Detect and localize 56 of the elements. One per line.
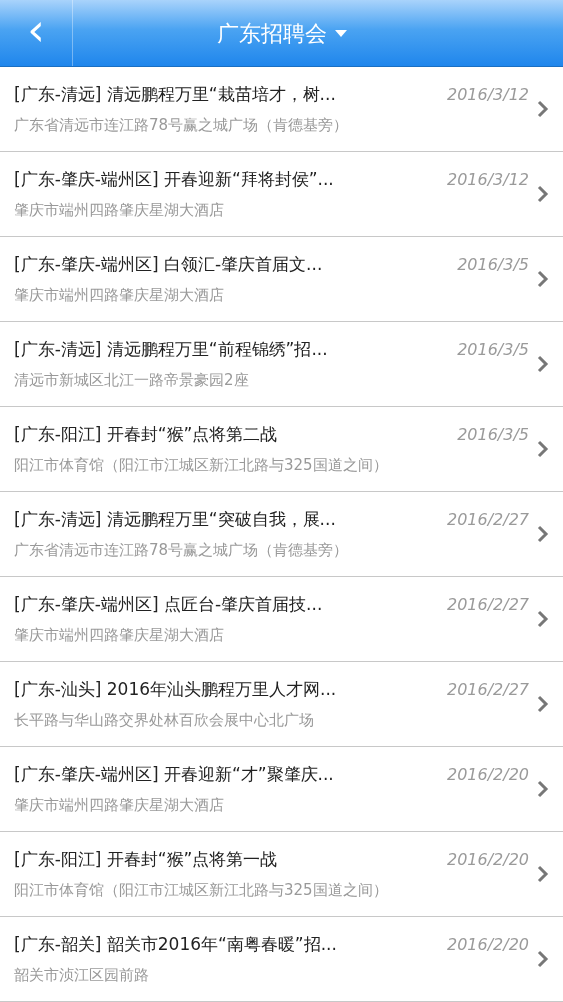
event-row[interactable]: [广东-阳江] 开春封“猴”点将第一战 2016/2/20 阳江市体育馆（阳江市江城区新江北路与325国道之间）	[0, 832, 563, 917]
event-title: [广东-清远] 清远鹏程万里“前程锦绣”招...	[14, 338, 328, 361]
event-address: 长平路与华山路交界处林百欣会展中心北广场	[14, 709, 314, 731]
event-address: 广东省清远市连江路78号赢之城广场（肯德基旁）	[14, 539, 349, 561]
chevron-right-icon	[537, 185, 549, 203]
chevron-right-icon	[537, 355, 549, 373]
event-address: 肇庆市端州四路肇庆星湖大酒店	[14, 624, 224, 646]
chevron-right-icon	[537, 270, 549, 288]
event-row[interactable]: [广东-肇庆-端州区] 开春迎新“拜将封侯”... 2016/3/12 肇庆市端州四路肇庆星湖大酒店	[0, 152, 563, 237]
event-date: 2016/3/5	[457, 338, 529, 361]
event-row[interactable]: [广东-清远] 清远鹏程万里“突破自我，展... 2016/2/27 广东省清远市连江路78号赢之城广场（肯德基旁）	[0, 492, 563, 577]
event-date: 2016/3/12	[446, 83, 529, 106]
event-address: 肇庆市端州四路肇庆星湖大酒店	[14, 199, 224, 221]
event-row[interactable]: [广东-肇庆-端州区] 点匠台-肇庆首届技... 2016/2/27 肇庆市端州四路肇庆星湖大酒店	[0, 577, 563, 662]
chevron-right-icon	[537, 865, 549, 883]
event-row[interactable]: [广东-韶关] 韶关市2016年“南粤春暖”招... 2016/2/20 韶关市浈江区园前路	[0, 917, 563, 1002]
event-row[interactable]: [广东-肇庆-端州区] 开春迎新“才”聚肇庆... 2016/2/20 肇庆市端州四路肇庆星湖大酒店	[0, 747, 563, 832]
event-address: 肇庆市端州四路肇庆星湖大酒店	[14, 284, 224, 306]
event-date: 2016/2/27	[446, 508, 529, 531]
dropdown-caret-icon[interactable]	[334, 29, 347, 37]
event-address: 广东省清远市连江路78号赢之城广场（肯德基旁）	[14, 114, 349, 136]
event-date: 2016/3/5	[457, 423, 529, 446]
chevron-right-icon	[537, 610, 549, 628]
event-row[interactable]: [广东-肇庆-端州区] 白领汇-肇庆首届文... 2016/3/5 肇庆市端州四路肇庆星湖大酒店	[0, 237, 563, 322]
event-title: [广东-肇庆-端州区] 开春迎新“拜将封侯”...	[14, 168, 334, 191]
event-date: 2016/2/20	[446, 848, 529, 871]
event-title: [广东-肇庆-端州区] 开春迎新“才”聚肇庆...	[14, 763, 334, 786]
event-title: [广东-阳江] 开春封“猴”点将第二战	[14, 423, 278, 446]
event-title: [广东-肇庆-端州区] 点匠台-肇庆首届技...	[14, 593, 323, 616]
chevron-right-icon	[537, 525, 549, 543]
event-row[interactable]: [广东-汕头] 2016年汕头鹏程万里人才网... 2016/2/27 长平路与华山路交界处林百欣会展中心北广场	[0, 662, 563, 747]
chevron-right-icon	[537, 440, 549, 458]
event-date: 2016/3/12	[446, 168, 529, 191]
event-date: 2016/2/20	[446, 763, 529, 786]
event-title: [广东-汕头] 2016年汕头鹏程万里人才网...	[14, 678, 337, 701]
chevron-right-icon	[537, 780, 549, 798]
chevron-right-icon	[537, 950, 549, 968]
event-row[interactable]: [广东-清远] 清远鹏程万里“栽苗培才，树... 2016/3/12 广东省清远市连江路78号赢之城广场（肯德基旁）	[0, 67, 563, 152]
event-date: 2016/3/5	[457, 253, 529, 276]
event-title: [广东-韶关] 韶关市2016年“南粤春暖”招...	[14, 933, 337, 956]
event-row[interactable]: [广东-阳江] 开春封“猴”点将第二战 2016/3/5 阳江市体育馆（阳江市江城区新江北路与325国道之间）	[0, 407, 563, 492]
event-row[interactable]: [广东-清远] 清远鹏程万里“前程锦绣”招... 2016/3/5 清远市新城区北江一路帝景豪园2座	[0, 322, 563, 407]
event-address: 韶关市浈江区园前路	[14, 964, 149, 986]
chevron-right-icon	[537, 100, 549, 118]
event-address: 阳江市体育馆（阳江市江城区新江北路与325国道之间）	[14, 879, 388, 901]
event-title: [广东-肇庆-端州区] 白领汇-肇庆首届文...	[14, 253, 323, 276]
event-title: [广东-清远] 清远鹏程万里“栽苗培才，树...	[14, 83, 336, 106]
event-date: 2016/2/27	[446, 678, 529, 701]
event-title: [广东-清远] 清远鹏程万里“突破自我，展...	[14, 508, 336, 531]
event-address: 清远市新城区北江一路帝景豪园2座	[14, 369, 249, 391]
event-address: 阳江市体育馆（阳江市江城区新江北路与325国道之间）	[14, 454, 388, 476]
event-address: 肇庆市端州四路肇庆星湖大酒店	[14, 794, 224, 816]
event-title: [广东-阳江] 开春封“猴”点将第一战	[14, 848, 278, 871]
event-date: 2016/2/20	[446, 933, 529, 956]
event-date: 2016/2/27	[446, 593, 529, 616]
chevron-right-icon	[537, 695, 549, 713]
